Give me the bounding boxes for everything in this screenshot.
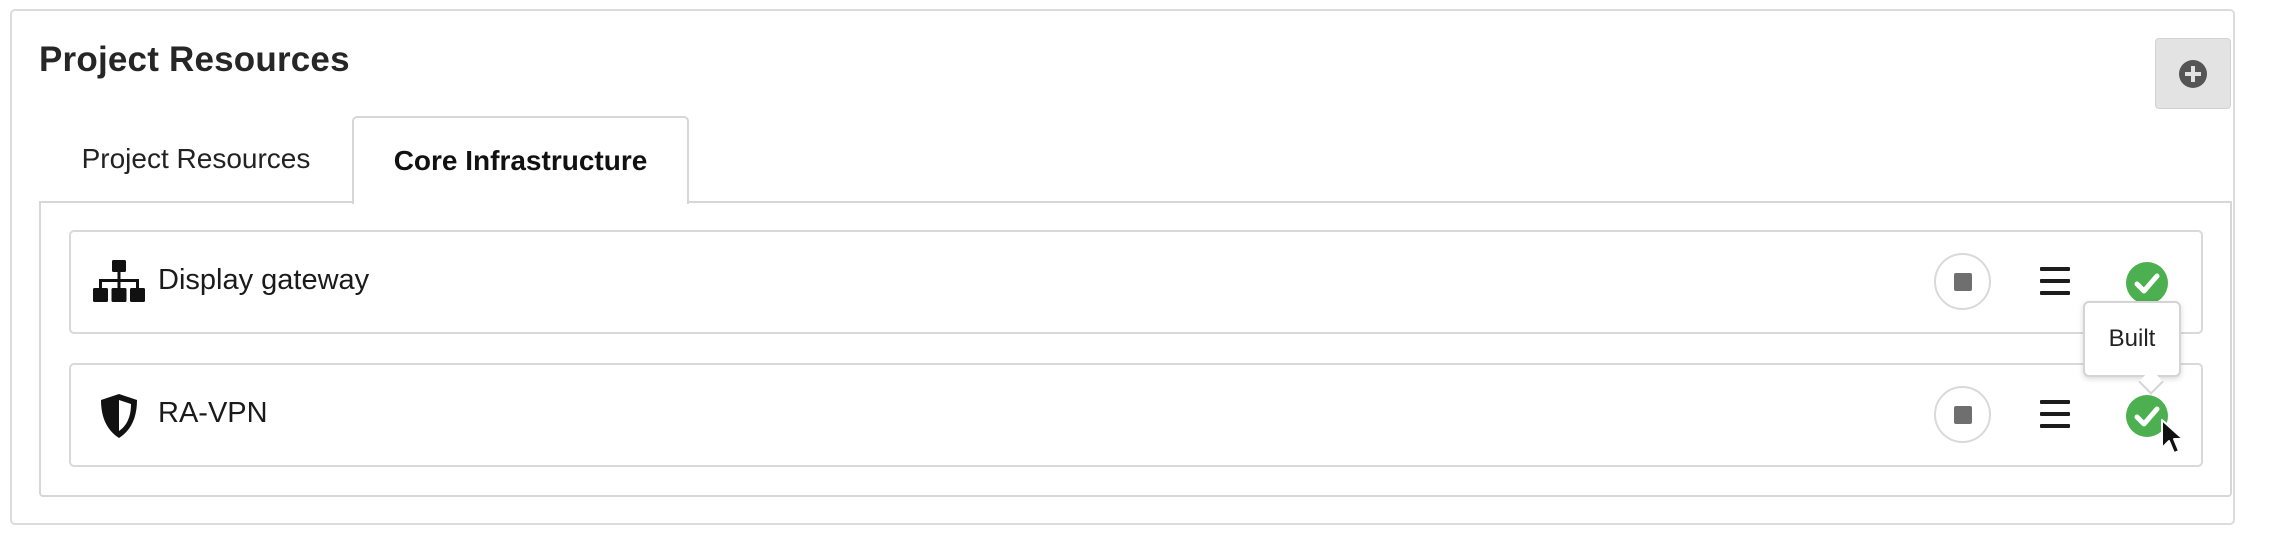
status-tooltip: Built — [2083, 301, 2181, 377]
hamburger-icon — [2040, 400, 2070, 404]
stop-icon — [1953, 405, 1972, 424]
menu-button[interactable] — [2040, 267, 2070, 295]
resource-name: RA-VPN — [158, 397, 268, 429]
panel-title: Project Resources — [39, 40, 350, 79]
hamburger-icon-line — [2040, 279, 2070, 283]
resource-row: RA-VPN — [69, 363, 2203, 467]
resource-row: Display gateway — [69, 230, 2203, 334]
hamburger-icon — [2040, 267, 2070, 271]
stop-icon — [1953, 272, 1972, 291]
resource-name: Display gateway — [158, 264, 370, 296]
hamburger-icon-line — [2040, 412, 2070, 416]
mouse-cursor-icon — [2161, 419, 2184, 454]
plus-circle-icon — [2179, 59, 2207, 88]
menu-button[interactable] — [2040, 400, 2070, 428]
check-circle-icon[interactable] — [2126, 262, 2168, 304]
hamburger-icon-line — [2040, 291, 2070, 295]
tab-core-infrastructure[interactable]: Core Infrastructure — [352, 116, 689, 204]
stop-button[interactable] — [1934, 386, 1991, 443]
add-resource-button[interactable] — [2155, 38, 2231, 109]
stop-button[interactable] — [1934, 253, 1991, 310]
tab-project-resources[interactable]: Project Resources — [40, 116, 352, 202]
shield-icon — [93, 393, 145, 439]
hamburger-icon-line — [2040, 424, 2070, 428]
network-topology-icon — [93, 260, 145, 306]
